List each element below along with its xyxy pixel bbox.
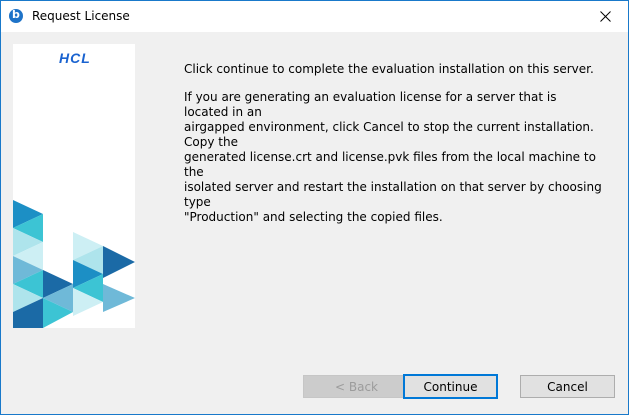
message-line: If you are generating an evaluation lice… [184, 90, 557, 119]
close-icon [599, 11, 611, 22]
b-logo-icon: b [9, 8, 23, 23]
message-line: generated license.crt and license.pvk fi… [184, 150, 596, 179]
cancel-button[interactable]: Cancel [520, 375, 615, 398]
back-button[interactable]: < Back [303, 375, 410, 398]
message-line-1: Click continue to complete the evaluatio… [184, 62, 594, 76]
hcl-logo: HCL [59, 50, 91, 66]
banner-graphic: HCL [13, 50, 135, 328]
dialog-message: Click continue to complete the evaluatio… [184, 62, 604, 238]
request-license-dialog: b Request License HCL Click continue to … [0, 0, 629, 415]
banner-triangle [103, 246, 135, 278]
window-title: Request License [32, 9, 130, 23]
side-banner: HCL [13, 44, 135, 328]
message-paragraph-2: If you are generating an evaluation lice… [184, 90, 604, 225]
close-button[interactable] [582, 1, 628, 32]
title-bar[interactable]: b Request License [1, 1, 628, 32]
message-line: airgapped environment, click Cancel to s… [184, 120, 594, 149]
message-line: "Production" and selecting the copied fi… [184, 210, 443, 224]
banner-triangle [103, 284, 135, 312]
continue-button[interactable]: Continue [403, 374, 498, 399]
message-line: isolated server and restart the installa… [184, 180, 602, 209]
